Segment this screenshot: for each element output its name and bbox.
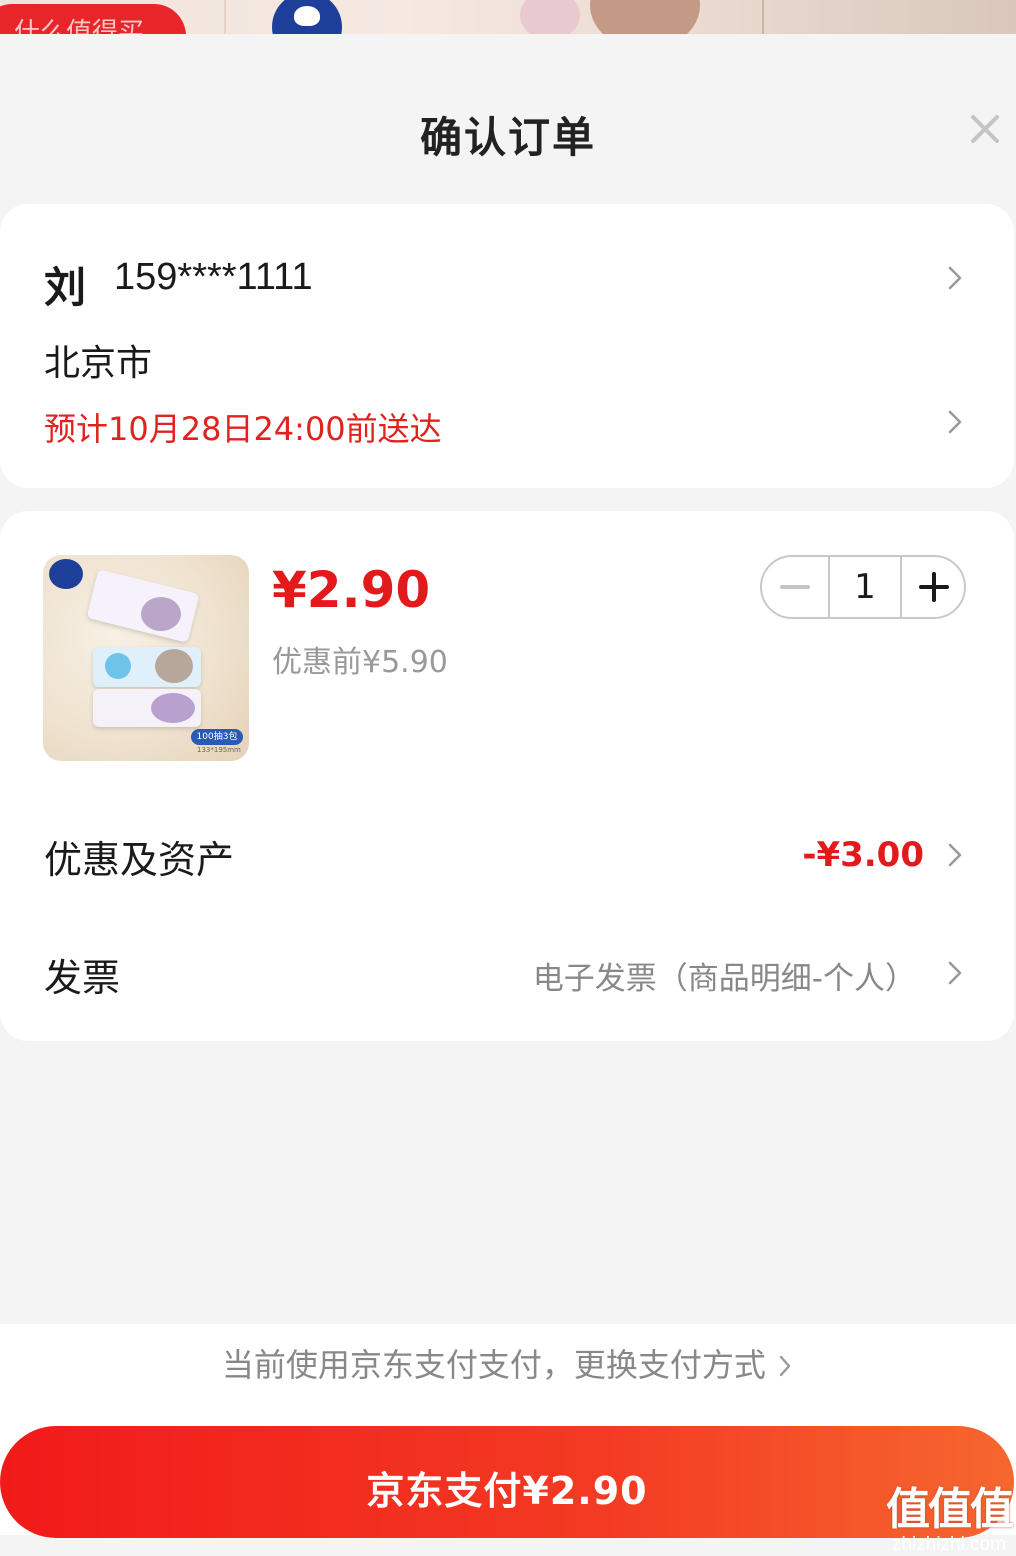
close-icon[interactable]	[966, 110, 1004, 148]
pay-button[interactable]: 京东支付¥2.90	[0, 1426, 1014, 1538]
discount-row-label: 优惠及资产	[44, 838, 235, 882]
recipient-name: 刘	[44, 263, 87, 312]
background-divider	[224, 0, 226, 36]
chevron-right-icon[interactable]	[944, 408, 966, 436]
pack-badge	[105, 653, 131, 679]
brand-logo-icon	[49, 559, 83, 589]
product-image[interactable]: 100抽3包 133*195mm	[43, 555, 249, 761]
watermark-logo: 值值值	[886, 1484, 1014, 1535]
plus-icon[interactable]	[902, 557, 966, 617]
background-page-strip: 什么值得买	[0, 0, 1016, 36]
confirm-order-sheet: 确认订单 刘 159****1111 北京市 预计10月28日24:00前送达 …	[0, 34, 1016, 1555]
invoice-row-label: 发票	[44, 956, 121, 1000]
background-pill-text: 什么值得买	[14, 18, 145, 36]
background-decoration	[520, 0, 580, 36]
background-decoration	[590, 0, 700, 36]
pack-size-text: 133*195mm	[197, 746, 241, 754]
payment-method-text: 当前使用京东支付支付，更换支付方式	[221, 1346, 766, 1384]
background-divider	[762, 0, 764, 36]
address-city: 北京市	[44, 343, 153, 384]
page-title: 确认订单	[419, 113, 596, 162]
raccoon-illustration	[141, 597, 181, 631]
goods-card: 100抽3包 133*195mm ¥2.90 优惠前¥5.90 1 优惠及资产 …	[0, 511, 1014, 1041]
raccoon-illustration	[151, 693, 195, 723]
raccoon-illustration	[155, 649, 193, 683]
chevron-right-icon[interactable]	[944, 959, 966, 987]
chevron-right-icon	[779, 1355, 791, 1377]
brand-logo-icon	[272, 0, 342, 36]
change-payment-method-link[interactable]: 当前使用京东支付支付，更换支付方式	[0, 1340, 1016, 1386]
watermark: 值值值 zhizhizhi.com	[886, 1484, 1014, 1556]
minus-icon[interactable]	[762, 557, 828, 617]
pay-button-label: 京东支付¥2.90	[366, 1469, 648, 1513]
original-price: 优惠前¥5.90	[272, 645, 448, 680]
chevron-right-icon[interactable]	[944, 841, 966, 869]
quantity-value[interactable]: 1	[828, 557, 902, 617]
watermark-url: zhizhizhi.com	[891, 1534, 1007, 1555]
payment-footer: 当前使用京东支付支付，更换支付方式 京东支付¥2.90	[0, 1324, 1016, 1538]
chevron-right-icon[interactable]	[944, 264, 966, 292]
discount-value[interactable]: -¥3.00	[802, 835, 924, 875]
background-pill: 什么值得买	[0, 4, 186, 36]
product-price: ¥2.90	[272, 561, 431, 619]
quantity-stepper: 1	[760, 555, 966, 619]
invoice-value[interactable]: 电子发票（商品明细-个人）	[533, 953, 916, 998]
delivery-estimate: 预计10月28日24:00前送达	[44, 410, 442, 448]
address-card[interactable]: 刘 159****1111 北京市 预计10月28日24:00前送达	[0, 204, 1014, 488]
pack-count-tag: 100抽3包	[191, 729, 243, 745]
recipient-phone: 159****1111	[114, 256, 313, 298]
